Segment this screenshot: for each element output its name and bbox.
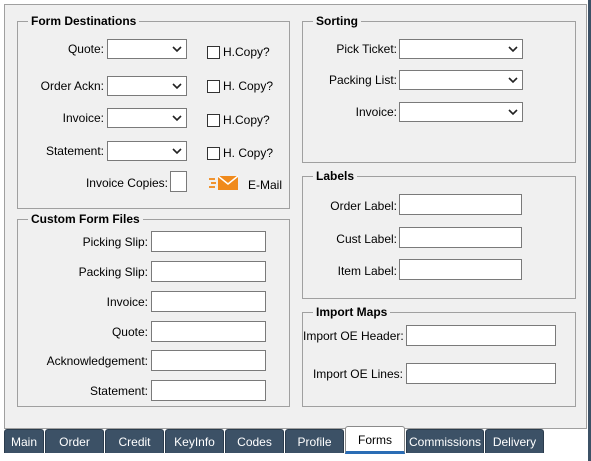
cust-label-input[interactable] <box>399 227 522 248</box>
chevron-down-icon <box>508 109 518 116</box>
tab-forms[interactable]: Forms <box>345 426 405 454</box>
order-label-label: Order Label: <box>330 199 397 213</box>
custom-form-files-title: Custom Form Files <box>28 211 143 227</box>
quote-destination-select[interactable] <box>107 39 187 59</box>
email-envelope-icon[interactable] <box>209 174 239 192</box>
import-maps-group: Import Maps Import OE Header: Import OE … <box>302 304 576 407</box>
packing-slip-label: Packing Slip: <box>78 265 148 279</box>
import-maps-title: Import Maps <box>313 304 391 320</box>
quote-hcopy-label: H.Copy? <box>223 45 270 59</box>
custom-statement-label: Statement: <box>89 384 148 398</box>
sorting-group: Sorting Pick Ticket: Packing List: Invoi… <box>302 13 576 163</box>
invoice-hcopy-label: H.Copy? <box>223 113 270 127</box>
tab-main[interactable]: Main <box>4 429 44 453</box>
form-destinations-group: Form Destinations Quote: H.Copy? Order A… <box>17 13 290 209</box>
tab-codes[interactable]: Codes <box>225 429 284 453</box>
order-ackn-destination-select[interactable] <box>107 76 187 96</box>
pick-ticket-sort-select[interactable] <box>399 39 523 59</box>
custom-form-files-group: Custom Form Files Picking Slip: Packing … <box>17 211 290 407</box>
quote-label: Quote: <box>67 42 104 56</box>
picking-slip-input[interactable] <box>151 231 266 252</box>
acknowledgement-label: Acknowledgement: <box>46 354 148 368</box>
chevron-down-icon <box>508 77 518 84</box>
order-ackn-hcopy-checkbox[interactable] <box>207 80 220 93</box>
sorting-title: Sorting <box>313 13 361 29</box>
order-ackn-hcopy-label: H. Copy? <box>223 79 274 93</box>
packing-list-sort-select[interactable] <box>399 70 523 90</box>
invoice-hcopy-checkbox[interactable] <box>207 114 220 127</box>
invoice-label: Invoice: <box>62 111 104 125</box>
form-destinations-title: Form Destinations <box>28 13 140 29</box>
tab-keyinfo[interactable]: KeyInfo <box>165 429 224 453</box>
custom-quote-input[interactable] <box>151 321 266 342</box>
quote-hcopy-checkbox[interactable] <box>207 46 220 59</box>
tab-credit[interactable]: Credit <box>105 429 164 453</box>
tab-delivery[interactable]: Delivery <box>485 429 544 453</box>
import-oe-lines-input[interactable] <box>406 363 556 384</box>
chevron-down-icon <box>172 115 182 122</box>
packing-slip-input[interactable] <box>151 261 266 282</box>
import-oe-header-label: Import OE Header: <box>303 329 404 343</box>
item-label-label: Item Label: <box>337 264 397 278</box>
statement-hcopy-label: H. Copy? <box>223 146 274 160</box>
chevron-down-icon <box>172 46 182 53</box>
invoice-sort-select[interactable] <box>399 102 523 122</box>
pick-ticket-label: Pick Ticket: <box>336 42 397 56</box>
custom-invoice-input[interactable] <box>151 291 266 312</box>
invoice-copies-input[interactable] <box>170 171 187 192</box>
statement-hcopy-checkbox[interactable] <box>207 147 220 160</box>
tab-profile[interactable]: Profile <box>285 429 344 453</box>
forms-panel: Form Destinations Quote: H.Copy? Order A… <box>4 4 587 429</box>
email-label[interactable]: E-Mail <box>248 178 282 192</box>
order-label-input[interactable] <box>399 194 522 215</box>
custom-statement-input[interactable] <box>151 380 266 401</box>
invoice-destination-select[interactable] <box>107 108 187 128</box>
labels-title: Labels <box>313 168 358 184</box>
cust-label-label: Cust Label: <box>336 232 397 246</box>
order-ackn-label: Order Ackn: <box>40 79 104 93</box>
item-label-input[interactable] <box>399 259 522 280</box>
chevron-down-icon <box>508 46 518 53</box>
chevron-down-icon <box>172 83 182 90</box>
chevron-down-icon <box>172 148 182 155</box>
import-oe-lines-label: Import OE Lines: <box>312 367 403 381</box>
custom-quote-label: Quote: <box>111 325 148 339</box>
labels-group: Labels Order Label: Cust Label: Item Lab… <box>302 168 576 299</box>
acknowledgement-input[interactable] <box>151 350 266 371</box>
statement-destination-select[interactable] <box>107 141 187 161</box>
tab-commissions[interactable]: Commissions <box>406 429 484 453</box>
custom-invoice-label: Invoice: <box>106 295 148 309</box>
sort-invoice-label: Invoice: <box>355 105 397 119</box>
import-oe-header-input[interactable] <box>406 325 556 346</box>
tab-bar: Main Order Credit KeyInfo Codes Profile … <box>4 426 587 457</box>
statement-label: Statement: <box>45 144 104 158</box>
tab-order[interactable]: Order <box>45 429 104 453</box>
picking-slip-label: Picking Slip: <box>82 235 148 249</box>
invoice-copies-label: Invoice Copies: <box>85 176 168 190</box>
packing-list-label: Packing List: <box>328 73 397 87</box>
